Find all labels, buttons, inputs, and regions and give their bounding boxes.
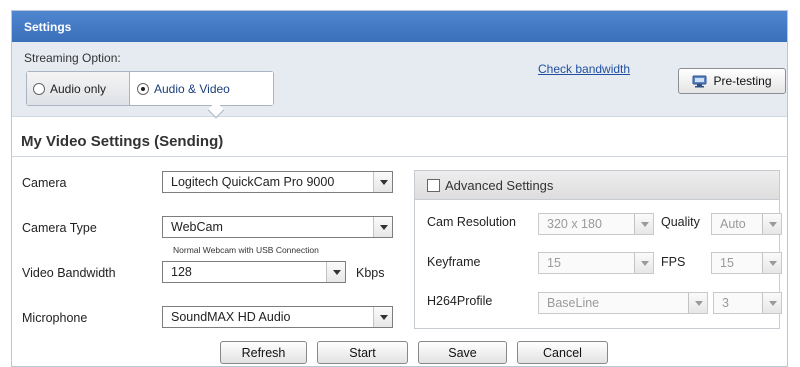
keyframe-value: 15 xyxy=(547,256,561,270)
chevron-down-icon[interactable] xyxy=(373,217,392,237)
quality-label: Quality xyxy=(661,215,700,229)
h264profile-value: BaseLine xyxy=(547,296,600,310)
advanced-settings-checkbox[interactable] xyxy=(427,179,440,192)
video-settings-heading: My Video Settings (Sending) xyxy=(21,133,224,150)
audio-video-option[interactable]: Audio & Video xyxy=(131,72,273,105)
chevron-down-icon[interactable] xyxy=(762,214,781,234)
pre-testing-button[interactable]: Pre-testing xyxy=(678,68,786,94)
streaming-option-label: Streaming Option: xyxy=(24,51,121,65)
streaming-option-panel: Streaming Option: Audio only Audio & Vid… xyxy=(12,42,787,119)
bandwidth-unit-label: Kbps xyxy=(356,266,385,280)
audio-only-label: Audio only xyxy=(50,81,107,96)
h264-level-select[interactable]: 3 xyxy=(713,292,782,314)
camera-type-select-value: WebCam xyxy=(171,220,223,234)
start-button[interactable]: Start xyxy=(317,341,408,364)
fps-select[interactable]: 15 xyxy=(711,252,782,274)
pre-testing-label: Pre-testing xyxy=(713,74,772,88)
cancel-button[interactable]: Cancel xyxy=(517,341,608,364)
fps-value: 15 xyxy=(720,256,734,270)
check-bandwidth-link[interactable]: Check bandwidth xyxy=(538,62,630,76)
chevron-down-icon[interactable] xyxy=(762,293,781,313)
keyframe-label: Keyframe xyxy=(427,255,481,269)
radio-unchecked-icon[interactable] xyxy=(33,82,45,95)
h264-level-value: 3 xyxy=(722,296,729,310)
microphone-select[interactable]: SoundMAX HD Audio xyxy=(162,306,393,328)
audio-only-option[interactable]: Audio only xyxy=(27,72,130,105)
chevron-down-icon[interactable] xyxy=(634,253,653,273)
camera-label: Camera xyxy=(22,176,67,190)
chevron-down-icon[interactable] xyxy=(634,214,653,234)
quality-select[interactable]: Auto xyxy=(711,213,782,235)
cam-resolution-select[interactable]: 320 x 180 xyxy=(538,213,654,235)
video-bandwidth-select[interactable]: 128 xyxy=(162,261,346,283)
microphone-label: Microphone xyxy=(22,311,88,325)
camera-select[interactable]: Logitech QuickCam Pro 9000 xyxy=(162,171,393,193)
h264profile-select[interactable]: BaseLine xyxy=(538,292,708,314)
window-title: Settings xyxy=(12,11,787,42)
camera-type-hint: Normal Webcam with USB Connection xyxy=(173,245,319,255)
advanced-settings-title: Advanced Settings xyxy=(445,178,554,193)
microphone-select-value: SoundMAX HD Audio xyxy=(171,310,291,324)
section-divider xyxy=(11,156,788,157)
chevron-down-icon[interactable] xyxy=(373,307,392,327)
monitor-icon xyxy=(692,75,707,88)
chevron-down-icon[interactable] xyxy=(688,293,707,313)
refresh-button[interactable]: Refresh xyxy=(220,341,307,364)
audio-video-label: Audio & Video xyxy=(154,81,230,96)
keyframe-select[interactable]: 15 xyxy=(538,252,654,274)
h264profile-label: H264Profile xyxy=(427,294,493,308)
save-button[interactable]: Save xyxy=(418,341,507,364)
cam-resolution-label: Cam Resolution xyxy=(427,215,516,229)
streaming-option-group: Audio only Audio & Video xyxy=(26,71,274,106)
camera-type-label: Camera Type xyxy=(22,221,97,235)
radio-checked-icon[interactable] xyxy=(137,82,149,95)
fps-label: FPS xyxy=(661,255,686,269)
video-bandwidth-value: 128 xyxy=(171,265,192,279)
chevron-down-icon[interactable] xyxy=(373,172,392,192)
quality-value: Auto xyxy=(720,217,746,231)
advanced-settings-header: Advanced Settings xyxy=(415,171,779,200)
chevron-down-icon[interactable] xyxy=(762,253,781,273)
video-bandwidth-label: Video Bandwidth xyxy=(22,266,116,280)
camera-type-select[interactable]: WebCam xyxy=(162,216,393,238)
cam-resolution-value: 320 x 180 xyxy=(547,217,602,231)
chevron-down-icon[interactable] xyxy=(326,262,345,282)
camera-select-value: Logitech QuickCam Pro 9000 xyxy=(171,175,335,189)
